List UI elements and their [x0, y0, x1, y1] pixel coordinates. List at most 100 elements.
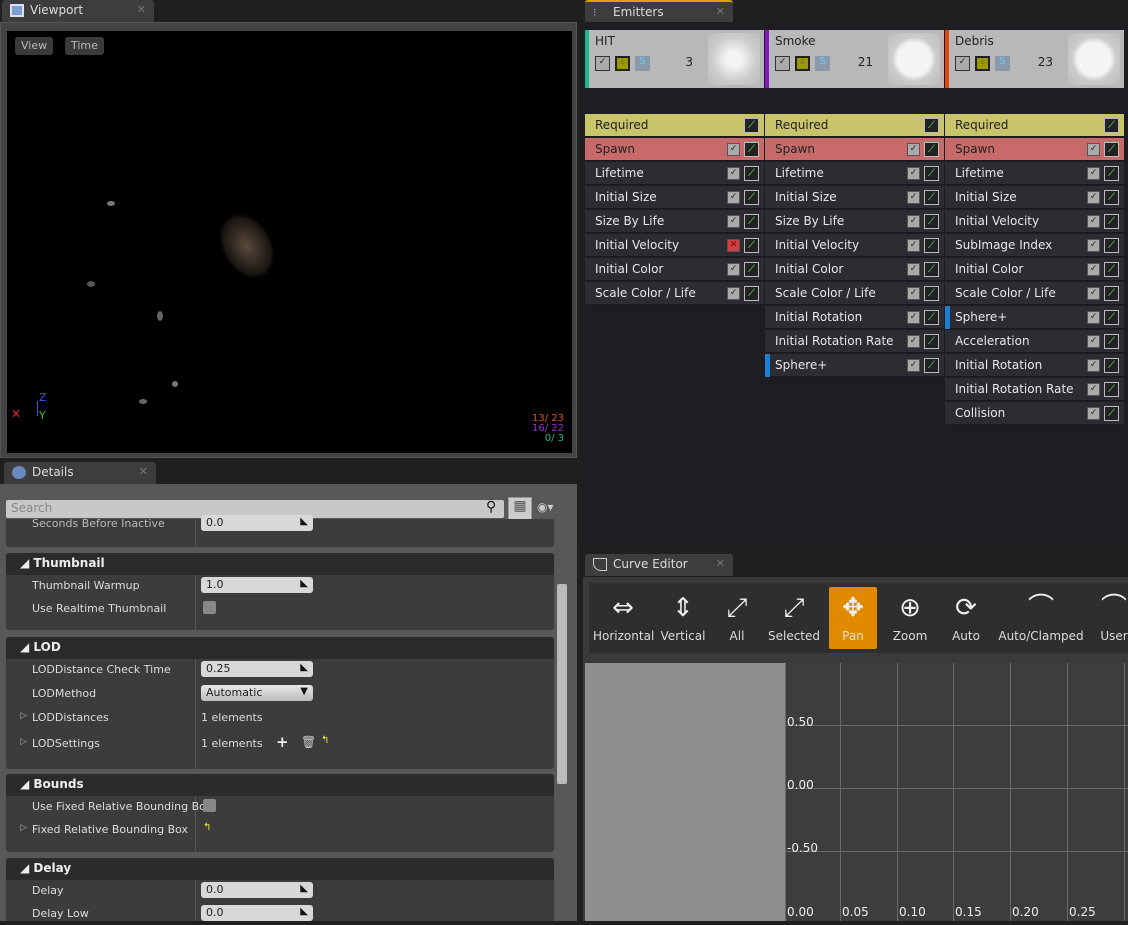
module-enable-checkbox[interactable]: ✓ [1087, 143, 1100, 156]
module-initial-velocity[interactable]: Initial Velocity ✕ ⟋ [585, 234, 764, 257]
module-initial-size[interactable]: Initial Size ✓ ⟋ [585, 186, 764, 209]
module-required[interactable]: Required ⟋ [945, 114, 1124, 137]
module-enable-checkbox[interactable]: ✓ [907, 215, 920, 228]
eye-dropdown-icon[interactable]: ◉▾ [537, 500, 554, 514]
module-enable-checkbox[interactable]: ✕ [727, 239, 740, 252]
enable-checkbox[interactable]: ✓ [595, 56, 610, 71]
section-header[interactable]: ◢ Delay [6, 858, 554, 880]
curve-graph-icon[interactable]: ⟋ [1104, 214, 1119, 229]
curve-graph-icon[interactable]: ⟋ [924, 238, 939, 253]
module-enable-checkbox[interactable]: ✓ [1087, 191, 1100, 204]
module-enable-checkbox[interactable]: ✓ [1087, 263, 1100, 276]
module-initial-size[interactable]: Initial Size ✓ ⟋ [945, 186, 1124, 209]
time-button[interactable]: Time [65, 37, 104, 55]
module-acceleration[interactable]: Acceleration ✓ ⟋ [945, 330, 1124, 353]
curve-graph[interactable]: 0.50 0.00 -0.50 0.00 0.05 0.10 0.15 0.20 0.25 [585, 663, 1128, 921]
module-sphere-[interactable]: Sphere+ ✓ ⟋ [945, 306, 1124, 329]
vertical-button[interactable]: ⇕ Vertical [657, 587, 709, 649]
module-initial-color[interactable]: Initial Color ✓ ⟋ [585, 258, 764, 281]
all-button[interactable]: ⤢ All [713, 587, 761, 649]
expand-icon[interactable]: ▷ [20, 823, 27, 833]
reset-default-icon[interactable]: ↰ [203, 822, 211, 833]
module-enable-checkbox[interactable]: ✓ [1087, 167, 1100, 180]
lod-check-time-field[interactable]: 0.25 ◣ [201, 661, 313, 677]
module-enable-checkbox[interactable]: ✓ [907, 287, 920, 300]
pan-button[interactable]: ✥ Pan [829, 587, 877, 649]
module-sphere-[interactable]: Sphere+ ✓ ⟋ [765, 354, 944, 377]
tab-emitters[interactable]: ⁝ Emitters ✕ [585, 0, 733, 22]
use-fixed-bounding-box-checkbox[interactable] [203, 799, 216, 812]
curve-graph-icon[interactable]: ⟋ [924, 334, 939, 349]
module-lifetime[interactable]: Lifetime ✓ ⟋ [945, 162, 1124, 185]
curve-graph-icon[interactable]: ⟋ [1104, 334, 1119, 349]
render-mode-icon[interactable]: ⁘ [975, 56, 990, 71]
curve-graph-icon[interactable]: ⟋ [924, 214, 939, 229]
curve-graph-icon[interactable]: ⟋ [1104, 166, 1119, 181]
module-enable-checkbox[interactable]: ✓ [727, 191, 740, 204]
module-subimage-index[interactable]: SubImage Index ✓ ⟋ [945, 234, 1124, 257]
user-button[interactable]: ⌒ User [1089, 587, 1128, 649]
emitter-header[interactable]: HIT ✓ ⁘ S 3 [585, 30, 764, 88]
curve-graph-icon[interactable]: ⟋ [924, 310, 939, 325]
curve-graph-icon[interactable]: ⟋ [1104, 286, 1119, 301]
module-enable-checkbox[interactable]: ✓ [727, 167, 740, 180]
module-scale-color-life[interactable]: Scale Color / Life ✓ ⟋ [585, 282, 764, 305]
close-icon[interactable]: ✕ [139, 465, 148, 478]
curve-graph-icon[interactable]: ⟋ [744, 190, 759, 205]
tab-details[interactable]: Details ✕ [4, 462, 156, 484]
selected-button[interactable]: ⤢ Selected [765, 587, 823, 649]
module-initial-velocity[interactable]: Initial Velocity ✓ ⟋ [945, 210, 1124, 233]
lod-method-dropdown[interactable]: Automatic ▼ [201, 685, 313, 701]
enable-checkbox[interactable]: ✓ [775, 56, 790, 71]
viewport-canvas[interactable]: View Time Z Y ✕ 13/ 23 16/ 22 0/ 3 [7, 31, 572, 453]
curve-graph-icon[interactable]: ⟋ [924, 262, 939, 277]
scrollbar[interactable] [557, 584, 567, 784]
curve-graph-icon[interactable]: ⟋ [924, 118, 939, 133]
thumbnail-warmup-field[interactable]: 1.0 ◣ [201, 577, 313, 593]
module-required[interactable]: Required ⟋ [765, 114, 944, 137]
section-header[interactable]: ◢ Bounds [6, 774, 554, 796]
curve-graph-icon[interactable]: ⟋ [744, 166, 759, 181]
curve-graph-icon[interactable]: ⟋ [744, 118, 759, 133]
section-header[interactable]: ◢ LOD [6, 637, 554, 659]
module-spawn[interactable]: Spawn ✓ ⟋ [765, 138, 944, 161]
module-spawn[interactable]: Spawn ✓ ⟋ [585, 138, 764, 161]
module-enable-checkbox[interactable]: ✓ [1087, 215, 1100, 228]
view-button[interactable]: View [15, 37, 54, 55]
module-size-by-life[interactable]: Size By Life ✓ ⟋ [765, 210, 944, 233]
close-icon[interactable]: ✕ [137, 3, 146, 16]
emitter-header[interactable]: Debris ✓ ⁘ S 23 [945, 30, 1124, 88]
delete-trash-icon[interactable]: 🗑 [301, 735, 316, 749]
reset-default-icon[interactable]: ↰ [321, 735, 329, 746]
curve-graph-icon[interactable]: ⟋ [1104, 262, 1119, 277]
curve-graph-icon[interactable]: ⟋ [744, 238, 759, 253]
emitter-header[interactable]: Smoke ✓ ⁘ S 21 [765, 30, 944, 88]
curve-graph-icon[interactable]: ⟋ [1104, 142, 1119, 157]
module-initial-rotation-rate[interactable]: Initial Rotation Rate ✓ ⟋ [945, 378, 1124, 401]
module-scale-color-life[interactable]: Scale Color / Life ✓ ⟋ [945, 282, 1124, 305]
module-enable-checkbox[interactable]: ✓ [1087, 383, 1100, 396]
curve-graph-icon[interactable]: ⟋ [1104, 238, 1119, 253]
module-enable-checkbox[interactable]: ✓ [907, 191, 920, 204]
module-lifetime[interactable]: Lifetime ✓ ⟋ [585, 162, 764, 185]
module-enable-checkbox[interactable]: ✓ [727, 287, 740, 300]
module-enable-checkbox[interactable]: ✓ [907, 359, 920, 372]
seconds-before-inactive-field[interactable]: 0.0 ◣ [201, 515, 313, 531]
auto-clamped-button[interactable]: ⌒ Auto/Clamped [997, 587, 1085, 649]
curve-graph-icon[interactable]: ⟋ [1104, 406, 1119, 421]
render-mode-icon[interactable]: ⁘ [795, 56, 810, 71]
tab-viewport[interactable]: Viewport ✕ [2, 0, 154, 22]
auto-button[interactable]: ⟳ Auto [941, 587, 991, 649]
module-initial-rotation[interactable]: Initial Rotation ✓ ⟋ [765, 306, 944, 329]
delay-field[interactable]: 0.0 ◣ [201, 882, 313, 898]
module-enable-checkbox[interactable]: ✓ [907, 143, 920, 156]
module-size-by-life[interactable]: Size By Life ✓ ⟋ [585, 210, 764, 233]
module-enable-checkbox[interactable]: ✓ [907, 239, 920, 252]
curve-graph-icon[interactable]: ⟋ [1104, 310, 1119, 325]
enable-checkbox[interactable]: ✓ [955, 56, 970, 71]
curve-graph-icon[interactable]: ⟋ [744, 286, 759, 301]
module-enable-checkbox[interactable]: ✓ [727, 215, 740, 228]
module-enable-checkbox[interactable]: ✓ [727, 143, 740, 156]
add-element-icon[interactable]: + [276, 733, 289, 751]
zoom-button[interactable]: ⊕ Zoom [885, 587, 935, 649]
